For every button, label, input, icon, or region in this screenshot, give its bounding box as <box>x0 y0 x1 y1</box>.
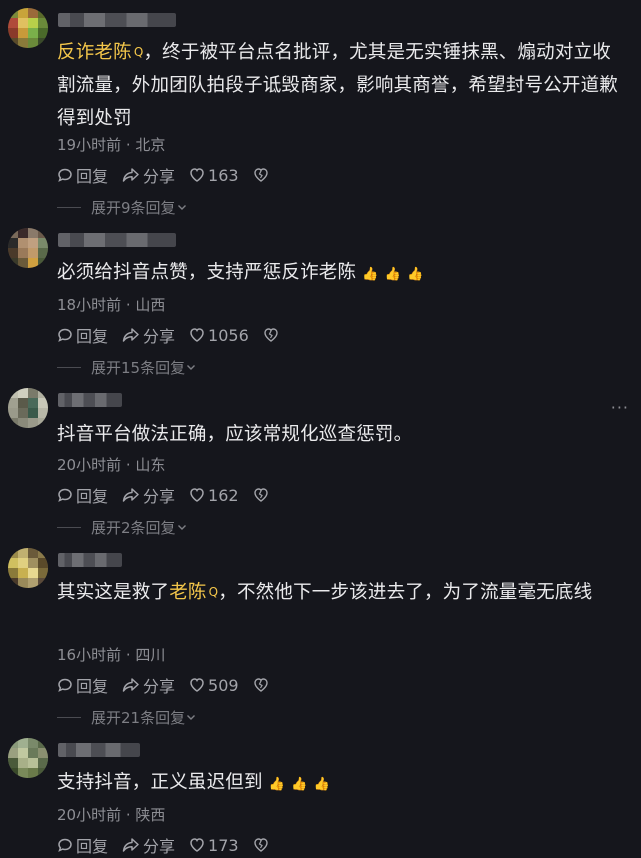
like-count: 1056 <box>208 325 249 345</box>
reply-icon <box>58 838 72 852</box>
comment-meta: 19小时前 · 北京 <box>57 136 166 154</box>
divider <box>57 716 81 718</box>
share-icon <box>122 488 139 502</box>
reply-button[interactable]: 回复 <box>57 833 108 857</box>
expand-replies[interactable]: 展开21条回复 <box>57 708 197 727</box>
expand-replies[interactable]: 展开2条回复 <box>57 518 188 537</box>
like-button[interactable]: 173 <box>189 836 239 855</box>
like-button[interactable]: 1056 <box>189 326 249 345</box>
username[interactable] <box>58 13 176 27</box>
comment-meta: 16小时前 · 四川 <box>57 646 166 664</box>
share-icon <box>122 678 139 692</box>
expand-replies[interactable]: 展开9条回复 <box>57 198 188 217</box>
share-button[interactable]: 分享 <box>122 163 175 187</box>
comment-actions: 回复 分享 1056 <box>57 323 296 347</box>
chevron-down-icon <box>177 525 186 530</box>
thumbs-up-icon: 👍 <box>291 777 308 792</box>
chevron-down-icon <box>177 205 186 210</box>
reply-button[interactable]: 回复 <box>57 483 108 507</box>
reply-button[interactable]: 回复 <box>57 673 108 697</box>
comment-text: 反诈老陈 Q，终于被平台点名批评，尤其是无实锤抹黑、煽动对立收割流量，外加团队拍段… <box>57 42 619 129</box>
share-button[interactable]: 分享 <box>122 323 175 347</box>
reply-icon <box>58 488 72 502</box>
comment-meta: 18小时前 · 山西 <box>57 296 166 314</box>
share-icon <box>122 168 139 182</box>
expand-replies[interactable]: 展开15条回复 <box>57 358 197 377</box>
comment-meta: 20小时前 · 山东 <box>57 456 166 474</box>
username[interactable] <box>58 553 122 567</box>
like-count: 163 <box>208 165 239 185</box>
comment-actions: 回复 分享 163 <box>57 163 286 187</box>
heart-icon <box>190 328 204 342</box>
divider <box>57 366 81 368</box>
reply-icon <box>58 328 72 342</box>
reply-button[interactable]: 回复 <box>57 323 108 347</box>
comment-text: 支持抖音，正义虽迟但到 👍 👍 👍 <box>57 772 330 793</box>
comment-text: 必须给抖音点赞，支持严惩反诈老陈 👍 👍 👍 <box>57 262 424 283</box>
like-button[interactable]: 162 <box>189 486 239 505</box>
thumbs-up-icon: 👍 <box>313 777 330 792</box>
broken-heart-icon <box>253 678 268 692</box>
dislike-button[interactable] <box>253 167 272 183</box>
more-options-button[interactable]: ··· <box>611 398 629 417</box>
search-icon[interactable]: Q <box>209 585 219 599</box>
dislike-button[interactable] <box>253 677 272 693</box>
divider <box>57 526 81 528</box>
avatar[interactable] <box>8 8 48 48</box>
username[interactable] <box>58 393 122 407</box>
avatar[interactable] <box>8 548 48 588</box>
like-count: 162 <box>208 485 239 505</box>
comment-text: 其实这是救了老陈 Q，不然他下一步该进去了，为了流量毫无底线 <box>57 582 593 603</box>
divider <box>57 206 81 208</box>
share-icon <box>122 328 139 342</box>
thumbs-up-icon: 👍 <box>362 267 379 282</box>
reply-icon <box>58 168 72 182</box>
reply-icon <box>58 678 72 692</box>
thumbs-up-icon: 👍 <box>384 267 401 282</box>
keyword-link[interactable]: 反诈老陈 <box>57 42 132 63</box>
like-button[interactable]: 509 <box>189 676 239 695</box>
avatar[interactable] <box>8 738 48 778</box>
broken-heart-icon <box>264 328 278 342</box>
reply-button[interactable]: 回复 <box>57 163 108 187</box>
heart-icon <box>190 488 204 502</box>
heart-icon <box>190 678 204 692</box>
share-button[interactable]: 分享 <box>122 483 175 507</box>
dislike-button[interactable] <box>253 487 272 503</box>
comment-text: 抖音平台做法正确，应该常规化巡查惩罚。 <box>57 424 413 445</box>
share-button[interactable]: 分享 <box>122 673 175 697</box>
comment-actions: 回复 分享 162 <box>57 483 286 507</box>
heart-icon <box>190 168 204 182</box>
chevron-down-icon <box>187 715 196 720</box>
comment-actions: 回复 分享 509 <box>57 673 286 697</box>
heart-icon <box>190 838 204 852</box>
broken-heart-icon <box>253 488 268 502</box>
keyword-link[interactable]: 老陈 <box>169 582 206 603</box>
share-icon <box>122 838 139 852</box>
avatar[interactable] <box>8 388 48 428</box>
thumbs-up-icon: 👍 <box>406 267 424 282</box>
like-count: 509 <box>208 675 239 695</box>
comment-meta: 20小时前 · 陕西 <box>57 806 166 824</box>
share-button[interactable]: 分享 <box>122 833 175 857</box>
thumbs-up-icon: 👍 <box>268 777 286 792</box>
username[interactable] <box>58 743 140 757</box>
username[interactable] <box>58 233 176 247</box>
like-count: 173 <box>208 835 239 855</box>
avatar[interactable] <box>8 228 48 268</box>
dislike-button[interactable] <box>263 327 282 343</box>
dislike-button[interactable] <box>253 837 272 853</box>
broken-heart-icon <box>253 168 268 182</box>
chevron-down-icon <box>187 365 196 370</box>
comment-actions: 回复 分享 173 <box>57 833 286 857</box>
broken-heart-icon <box>253 838 268 852</box>
like-button[interactable]: 163 <box>189 166 239 185</box>
